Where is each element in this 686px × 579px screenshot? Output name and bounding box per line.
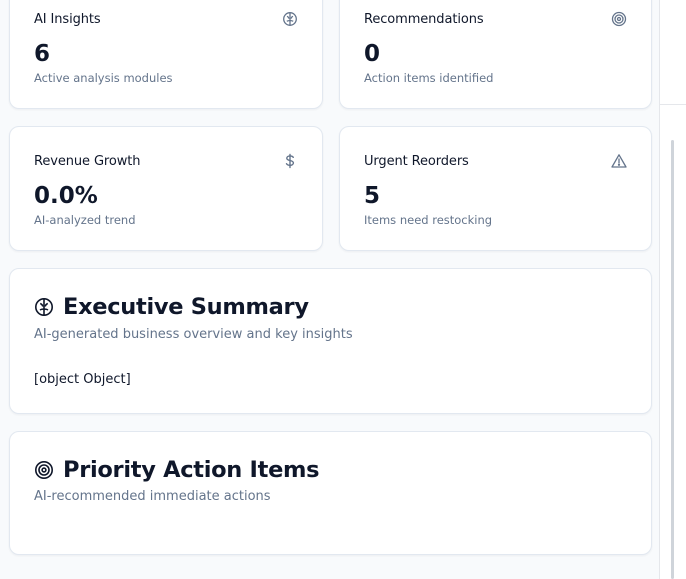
section-header: Executive Summary bbox=[34, 294, 309, 320]
stat-value: 6 bbox=[34, 41, 51, 67]
stat-description: Active analysis modules bbox=[34, 71, 173, 85]
section-header: Priority Action Items bbox=[34, 457, 320, 483]
stat-title: Revenue Growth bbox=[34, 154, 141, 169]
stat-card-recommendations: Recommendations 0 Action items identifie… bbox=[339, 0, 652, 109]
target-icon bbox=[611, 11, 627, 27]
alert-triangle-icon bbox=[611, 153, 627, 169]
stat-card-urgent-reorders: Urgent Reorders 5 Items need restocking bbox=[339, 126, 652, 251]
stat-value: 0.0% bbox=[34, 183, 98, 209]
stat-description: AI-analyzed trend bbox=[34, 213, 136, 227]
dollar-icon bbox=[282, 153, 298, 169]
stat-description: Action items identified bbox=[364, 71, 494, 85]
summary-content: [object Object] bbox=[34, 372, 131, 387]
stat-card-ai-insights: AI Insights 6 Active analysis modules bbox=[9, 0, 323, 109]
stat-value: 0 bbox=[364, 41, 381, 67]
stat-title: AI Insights bbox=[34, 12, 101, 27]
scrollbar-thumb[interactable] bbox=[671, 140, 674, 579]
stat-title: Urgent Reorders bbox=[364, 154, 469, 169]
brain-icon bbox=[282, 11, 298, 27]
section-subtitle: AI-recommended immediate actions bbox=[34, 489, 271, 504]
section-title: Executive Summary bbox=[63, 294, 309, 320]
priority-action-items-card: Priority Action Items AI-recommended imm… bbox=[9, 431, 652, 555]
stat-description: Items need restocking bbox=[364, 213, 493, 227]
vertical-scrollbar[interactable] bbox=[659, 0, 686, 579]
scrollbar-divider bbox=[660, 104, 686, 105]
stat-card-revenue-growth: Revenue Growth 0.0% AI-analyzed trend bbox=[9, 126, 323, 251]
dashboard-viewport: AI Insights 6 Active analysis modules Re… bbox=[0, 0, 686, 579]
target-icon bbox=[34, 460, 54, 480]
stat-title: Recommendations bbox=[364, 12, 484, 27]
executive-summary-card: Executive Summary AI-generated business … bbox=[9, 268, 652, 414]
section-subtitle: AI-generated business overview and key i… bbox=[34, 327, 353, 342]
section-title: Priority Action Items bbox=[63, 457, 320, 483]
brain-icon bbox=[34, 297, 54, 317]
stat-value: 5 bbox=[364, 183, 381, 209]
